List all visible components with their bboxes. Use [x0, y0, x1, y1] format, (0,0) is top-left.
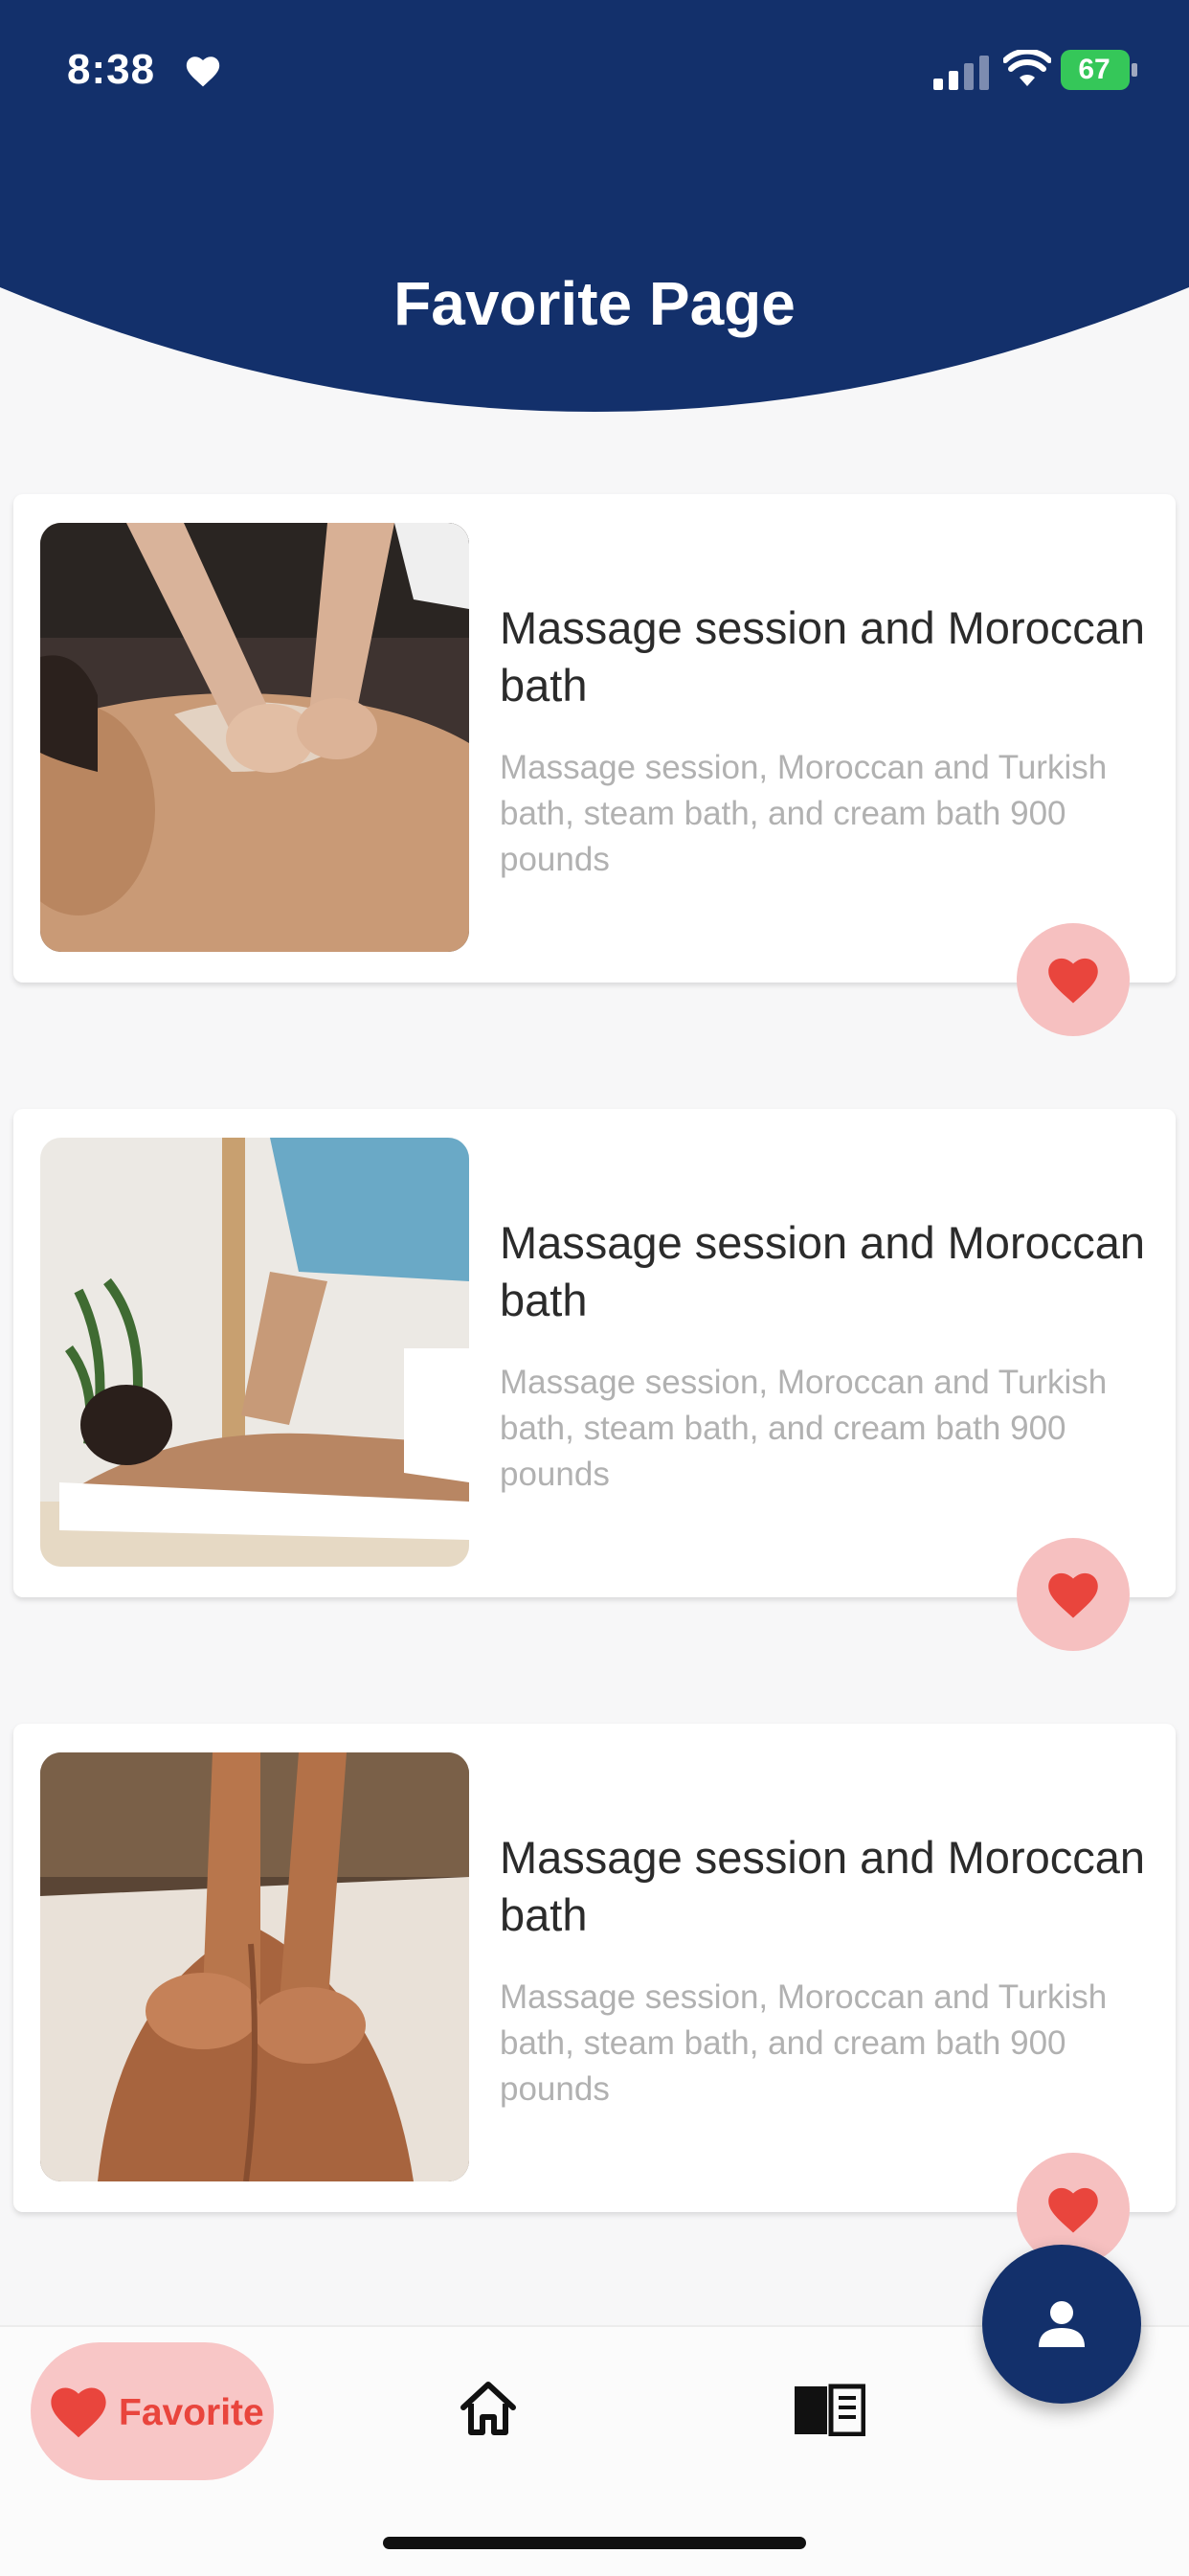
- heart-icon: [1048, 2187, 1098, 2233]
- salt-scrub-massage-image: [40, 523, 469, 952]
- therapist-massage-image: [40, 1138, 469, 1567]
- favorite-button[interactable]: [1017, 923, 1130, 1036]
- page-title: Favorite Page: [393, 269, 796, 338]
- home-icon[interactable]: [458, 2379, 519, 2438]
- favorite-card[interactable]: Massage session and Moroccan bath Massag…: [13, 1109, 1176, 1651]
- card-description: Massage session, Moroccan and Turkish ba…: [500, 1364, 1108, 1493]
- heart-icon: [51, 2387, 106, 2438]
- card-title: Massage session and Moroccan bath: [500, 1832, 1146, 1940]
- home-indicator: [383, 2537, 806, 2549]
- book-icon[interactable]: [793, 2381, 865, 2436]
- heart-status-icon: [186, 56, 220, 87]
- profile-fab-button[interactable]: [982, 2245, 1141, 2404]
- wifi-icon: [1003, 50, 1051, 86]
- card-description: Massage session, Moroccan and Turkish ba…: [500, 749, 1108, 878]
- nav-item-favorite-label: Favorite: [119, 2392, 264, 2433]
- nav-item-favorite[interactable]: Favorite: [31, 2342, 274, 2480]
- signal-icon: [933, 56, 989, 90]
- battery-level: 67: [1078, 54, 1110, 85]
- favorite-card[interactable]: Massage session and Moroccan bath Massag…: [13, 1724, 1176, 2266]
- oil-massage-image: [40, 1752, 469, 2181]
- favorite-button[interactable]: [1017, 1538, 1130, 1651]
- status-time: 8:38: [67, 46, 156, 93]
- favorite-card[interactable]: Massage session and Moroccan bath Massag…: [13, 494, 1176, 1036]
- card-title: Massage session and Moroccan bath: [500, 1217, 1146, 1325]
- person-icon: [1039, 2301, 1085, 2347]
- card-title: Massage session and Moroccan bath: [500, 602, 1146, 711]
- card-description: Massage session, Moroccan and Turkish ba…: [500, 1978, 1108, 2108]
- status-bar: 8:38 67: [0, 0, 1189, 144]
- battery-icon: 67: [1061, 50, 1137, 90]
- heart-icon: [1048, 958, 1098, 1004]
- heart-icon: [1048, 1572, 1098, 1618]
